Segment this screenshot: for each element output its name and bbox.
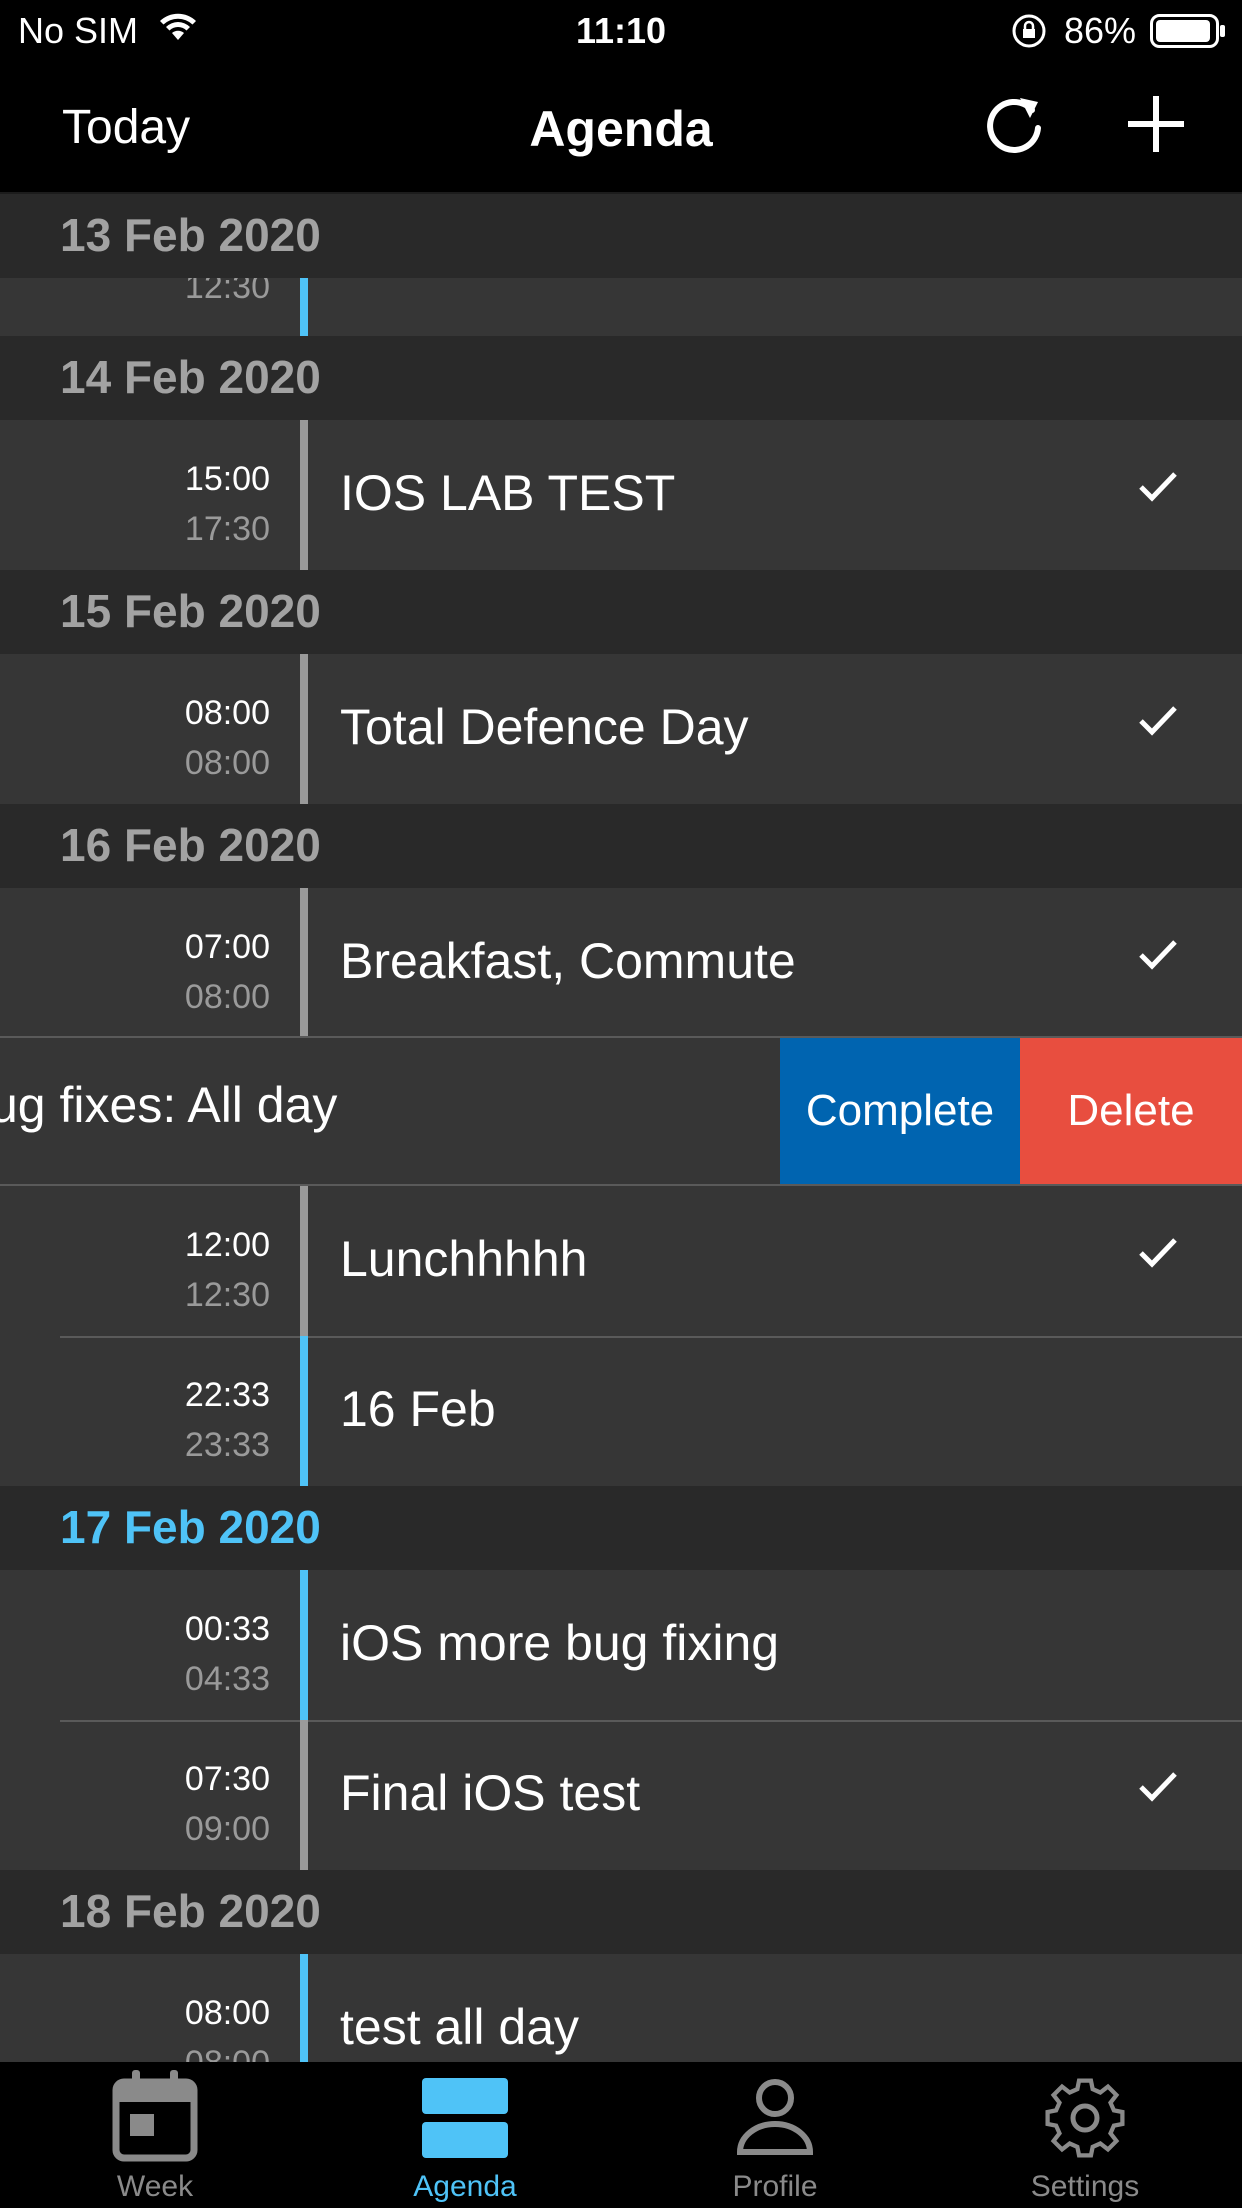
section-header: 14 Feb 2020 [0,336,1242,420]
add-icon[interactable] [1124,92,1188,161]
list-item[interactable]: 07:00 08:00 Breakfast, Commute [0,888,1242,1038]
gear-icon [930,2068,1240,2164]
event-color-bar [300,654,308,804]
start-time: 07:30 [184,1760,270,1798]
end-time: 08:00 [185,2044,270,2062]
end-time: 08:00 [184,744,270,782]
event-title: ug fixes: All day [0,1077,338,1133]
start-time: 08:00 [184,694,270,732]
event-title: IOS LAB TEST [340,465,676,521]
tab-label: Profile [732,2170,818,2203]
list-item[interactable]: 12:00 12:30 Lunchhhhh [0,1186,1242,1336]
event-title: Lunchhhhh [340,1231,588,1287]
checkmark-icon [1138,704,1178,741]
start-time: 07:00 [184,928,270,966]
tab-profile[interactable]: Profile [620,2062,930,2208]
list-item[interactable]: 07:30 09:00 Final iOS test [0,1720,1242,1870]
event-title: iOS more bug fixing [340,1615,780,1671]
agenda-list[interactable]: 13 Feb 2020 12:30 14 Feb 2020 15:00 17:3… [0,194,1242,2062]
person-icon [620,2068,930,2164]
section-header-today: 17 Feb 2020 [0,1486,1242,1570]
row-divider [60,1336,1242,1338]
section-header: 13 Feb 2020 [0,194,1242,278]
start-time: 22:33 [184,1376,270,1414]
nav-bar: Today Agenda [0,62,1242,194]
tab-label: Agenda [413,2170,517,2203]
checkmark-icon [1138,1770,1178,1807]
list-item[interactable]: 00:33 04:33 iOS more bug fixing [0,1570,1242,1720]
event-color-bar [300,1336,308,1486]
start-time: 08:00 [184,1994,270,2032]
start-time: 15:00 [184,460,270,498]
end-time: 17:30 [184,510,270,548]
section-date: 16 Feb 2020 [60,819,321,871]
end-time: 12:30 [184,278,270,306]
checkmark-icon [1138,938,1178,975]
list-item[interactable]: 08:00 08:00 test all day [0,1954,1242,2062]
end-time: 23:33 [184,1426,270,1464]
event-color-bar [300,1720,308,1870]
event-title: test all day [340,1999,580,2055]
tab-bar: Week Agenda Profile Settings [0,2062,1242,2208]
event-color-bar [300,1570,308,1720]
event-title: 16 Feb [340,1381,496,1437]
event-color-bar [300,1186,308,1336]
delete-button[interactable]: Delete [1020,1038,1242,1184]
section-date: 14 Feb 2020 [60,351,321,403]
event-title: Total Defence Day [340,699,749,755]
calendar-icon [0,2068,310,2164]
event-color-bar [300,420,308,570]
section-date: 18 Feb 2020 [60,1885,321,1937]
section-date: 13 Feb 2020 [60,209,321,261]
tab-label: Week [116,2170,194,2203]
status-bar: No SIM 11:10 86% [0,0,1242,62]
tab-settings[interactable]: Settings [930,2062,1240,2208]
event-title: Final iOS test [340,1765,641,1821]
section-date: 17 Feb 2020 [60,1501,321,1553]
end-time: 04:33 [184,1660,270,1698]
agenda-icon [310,2068,620,2164]
section-header: 15 Feb 2020 [0,570,1242,654]
event-color-bar [300,1954,308,2062]
tab-week[interactable]: Week [0,2062,310,2208]
checkmark-icon [1138,1236,1178,1273]
tab-agenda[interactable]: Agenda [310,2062,620,2208]
battery-icon [1150,14,1226,53]
list-item[interactable]: 15:00 17:30 IOS LAB TEST [0,420,1242,570]
checkmark-icon [1138,470,1178,507]
clock: 11:10 [575,10,667,51]
list-item[interactable]: 22:33 23:33 16 Feb [0,1336,1242,1486]
page-title: Agenda [529,101,713,157]
section-date: 15 Feb 2020 [60,585,321,637]
list-item[interactable]: 12:30 [0,278,1242,336]
end-time: 08:00 [184,978,270,1016]
event-color-bar [300,278,308,336]
refresh-icon[interactable] [980,90,1050,165]
swiped-list-item[interactable]: ug fixes: All day Complete Delete [0,1036,1242,1186]
section-header: 16 Feb 2020 [0,804,1242,888]
event-title: Breakfast, Commute [340,933,796,989]
tab-label: Settings [1030,2170,1140,2203]
end-time: 09:00 [184,1810,270,1848]
section-header: 18 Feb 2020 [0,1870,1242,1954]
row-divider [60,1720,1242,1722]
orientation-lock-icon [1010,12,1048,55]
battery-percent: 86% [1064,10,1137,51]
complete-button[interactable]: Complete [780,1038,1020,1184]
start-time: 12:00 [184,1226,270,1264]
event-color-bar [300,888,308,1038]
list-item[interactable]: 08:00 08:00 Total Defence Day [0,654,1242,804]
start-time: 00:33 [184,1610,270,1648]
end-time: 12:30 [184,1276,270,1314]
